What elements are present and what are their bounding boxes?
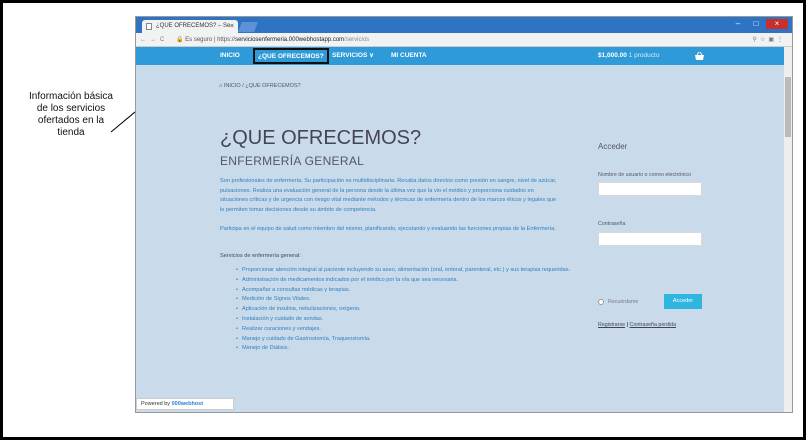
services-list: Proporcionar atención integral al pacien… bbox=[236, 266, 576, 354]
remember-checkbox[interactable] bbox=[598, 299, 604, 305]
login-button[interactable]: Acceder bbox=[664, 294, 702, 309]
breadcrumb: ⌂ INICIO / ¿QUE OFRECEMOS? bbox=[219, 83, 301, 89]
remember-label: Recuérdame bbox=[608, 299, 639, 305]
lock-icon: 🔒 bbox=[176, 37, 184, 43]
site-nav: INICIO ¿QUE OFRECEMOS? SERVICIOS ∨ MI CU… bbox=[136, 47, 786, 65]
login-links: Registrarse | Contraseña perdida bbox=[598, 322, 676, 328]
login-widget: Acceder Nombre de usuario o correo elect… bbox=[598, 142, 708, 328]
scrollbar-thumb[interactable] bbox=[785, 77, 791, 137]
breadcrumb-current: ¿QUE OFRECEMOS? bbox=[245, 83, 301, 89]
cart-summary[interactable]: $1,000.00 1 producto bbox=[598, 47, 659, 65]
list-item: Aplicación de insulina, nebulizaciones, … bbox=[236, 305, 576, 315]
minimize-button[interactable]: – bbox=[730, 19, 746, 29]
role-paragraph: Participa en el equipo de salud como mie… bbox=[220, 226, 556, 232]
list-item: Manejo de Diálisis. bbox=[236, 344, 576, 354]
list-item: Realizar curaciones y vendajes. bbox=[236, 325, 576, 335]
intro-paragraph: Son profesionales de enfermería. Su part… bbox=[220, 178, 557, 213]
nav-item-que-ofrecemos[interactable]: ¿QUE OFRECEMOS? bbox=[253, 48, 329, 64]
services-heading: Servicios de enfermería general: bbox=[220, 253, 301, 259]
menu-icon[interactable]: ⋮ bbox=[777, 37, 786, 43]
scrollbar[interactable] bbox=[784, 47, 792, 412]
secure-label: Es seguro bbox=[185, 37, 213, 43]
register-link[interactable]: Registrarse bbox=[598, 322, 625, 328]
list-item: Manejo y cuidado de Gastrostomía, Traque… bbox=[236, 335, 576, 345]
link-separator: | bbox=[626, 322, 629, 328]
nav-buttons: ←→C bbox=[140, 33, 168, 47]
extension-icon[interactable]: ▣ bbox=[768, 37, 777, 43]
url-host: serviciosenfermeria.000webhostapp.com bbox=[235, 37, 345, 43]
page-title: ¿QUE OFRECEMOS? bbox=[220, 127, 422, 149]
browser-tab[interactable]: ¿QUE OFRECEMOS? – Se × bbox=[142, 20, 238, 33]
list-item: Medición de Signos Vitales. bbox=[236, 295, 576, 305]
remember-me[interactable]: Recuérdame bbox=[598, 299, 638, 305]
tab-title: ¿QUE OFRECEMOS? – Se bbox=[156, 23, 231, 29]
maximize-button[interactable]: □ bbox=[748, 19, 764, 29]
url-path: /servicios bbox=[344, 37, 370, 43]
powered-by-badge[interactable]: Powered by 000webhost bbox=[136, 398, 234, 410]
website-viewport: INICIO ¿QUE OFRECEMOS? SERVICIOS ∨ MI CU… bbox=[136, 47, 786, 412]
url-scheme: https:// bbox=[217, 37, 236, 43]
cart-amount: $1,000.00 bbox=[598, 52, 627, 59]
section-subtitle: ENFERMERÍA GENERAL bbox=[220, 154, 365, 168]
screenshot-frame: Información básica de los servicios ofer… bbox=[3, 3, 803, 437]
basket-icon[interactable] bbox=[694, 51, 705, 61]
powered-by-label: Powered by bbox=[141, 401, 171, 407]
home-icon: ⌂ bbox=[219, 83, 223, 89]
list-item: Administración de medicamentos indicados… bbox=[236, 276, 576, 286]
annotation-label: Información básica de los servicios ofer… bbox=[29, 91, 113, 138]
list-item: Instalación y cuidado de sondas. bbox=[236, 315, 576, 325]
forward-icon[interactable]: → bbox=[150, 37, 160, 43]
page-icon bbox=[146, 23, 152, 30]
webhost-logo: 000webhost bbox=[171, 401, 204, 407]
address-bar: ←→C 🔒 Es seguro | https://serviciosenfer… bbox=[136, 33, 792, 47]
browser-tools: ⚲☆▣⋮ bbox=[753, 33, 786, 47]
window-controls: – □ × bbox=[730, 19, 788, 29]
new-tab-button[interactable] bbox=[238, 22, 258, 32]
tab-close-icon[interactable]: × bbox=[230, 20, 234, 33]
cart-count: 1 producto bbox=[628, 52, 660, 59]
login-heading: Acceder bbox=[598, 142, 628, 151]
lost-password-link[interactable]: Contraseña perdida bbox=[630, 322, 677, 328]
back-icon[interactable]: ← bbox=[140, 37, 150, 43]
list-item: Acompañar a consultas médicas y terapias… bbox=[236, 286, 576, 296]
reload-icon[interactable]: C bbox=[160, 37, 168, 43]
nav-item-inicio[interactable]: INICIO bbox=[220, 47, 240, 65]
username-label: Nombre de usuario o correo electrónico bbox=[598, 172, 692, 178]
nav-item-servicios[interactable]: SERVICIOS ∨ bbox=[332, 47, 374, 65]
url-field[interactable]: 🔒 Es seguro | https://serviciosenfermeri… bbox=[176, 34, 736, 46]
list-item: Proporcionar atención integral al pacien… bbox=[236, 266, 576, 276]
breadcrumb-home[interactable]: INICIO bbox=[224, 83, 241, 89]
zoom-icon[interactable]: ⚲ bbox=[753, 37, 760, 43]
browser-window: ¿QUE OFRECEMOS? – Se × – □ × ←→C 🔒 Es se… bbox=[135, 16, 793, 413]
username-input[interactable] bbox=[598, 182, 702, 196]
nav-item-mi-cuenta[interactable]: MI CUENTA bbox=[391, 47, 427, 65]
browser-tabbar: ¿QUE OFRECEMOS? – Se × – □ × bbox=[136, 17, 792, 33]
password-label: Contraseña bbox=[598, 221, 626, 227]
close-window-button[interactable]: × bbox=[766, 19, 788, 29]
password-input[interactable] bbox=[598, 232, 702, 246]
